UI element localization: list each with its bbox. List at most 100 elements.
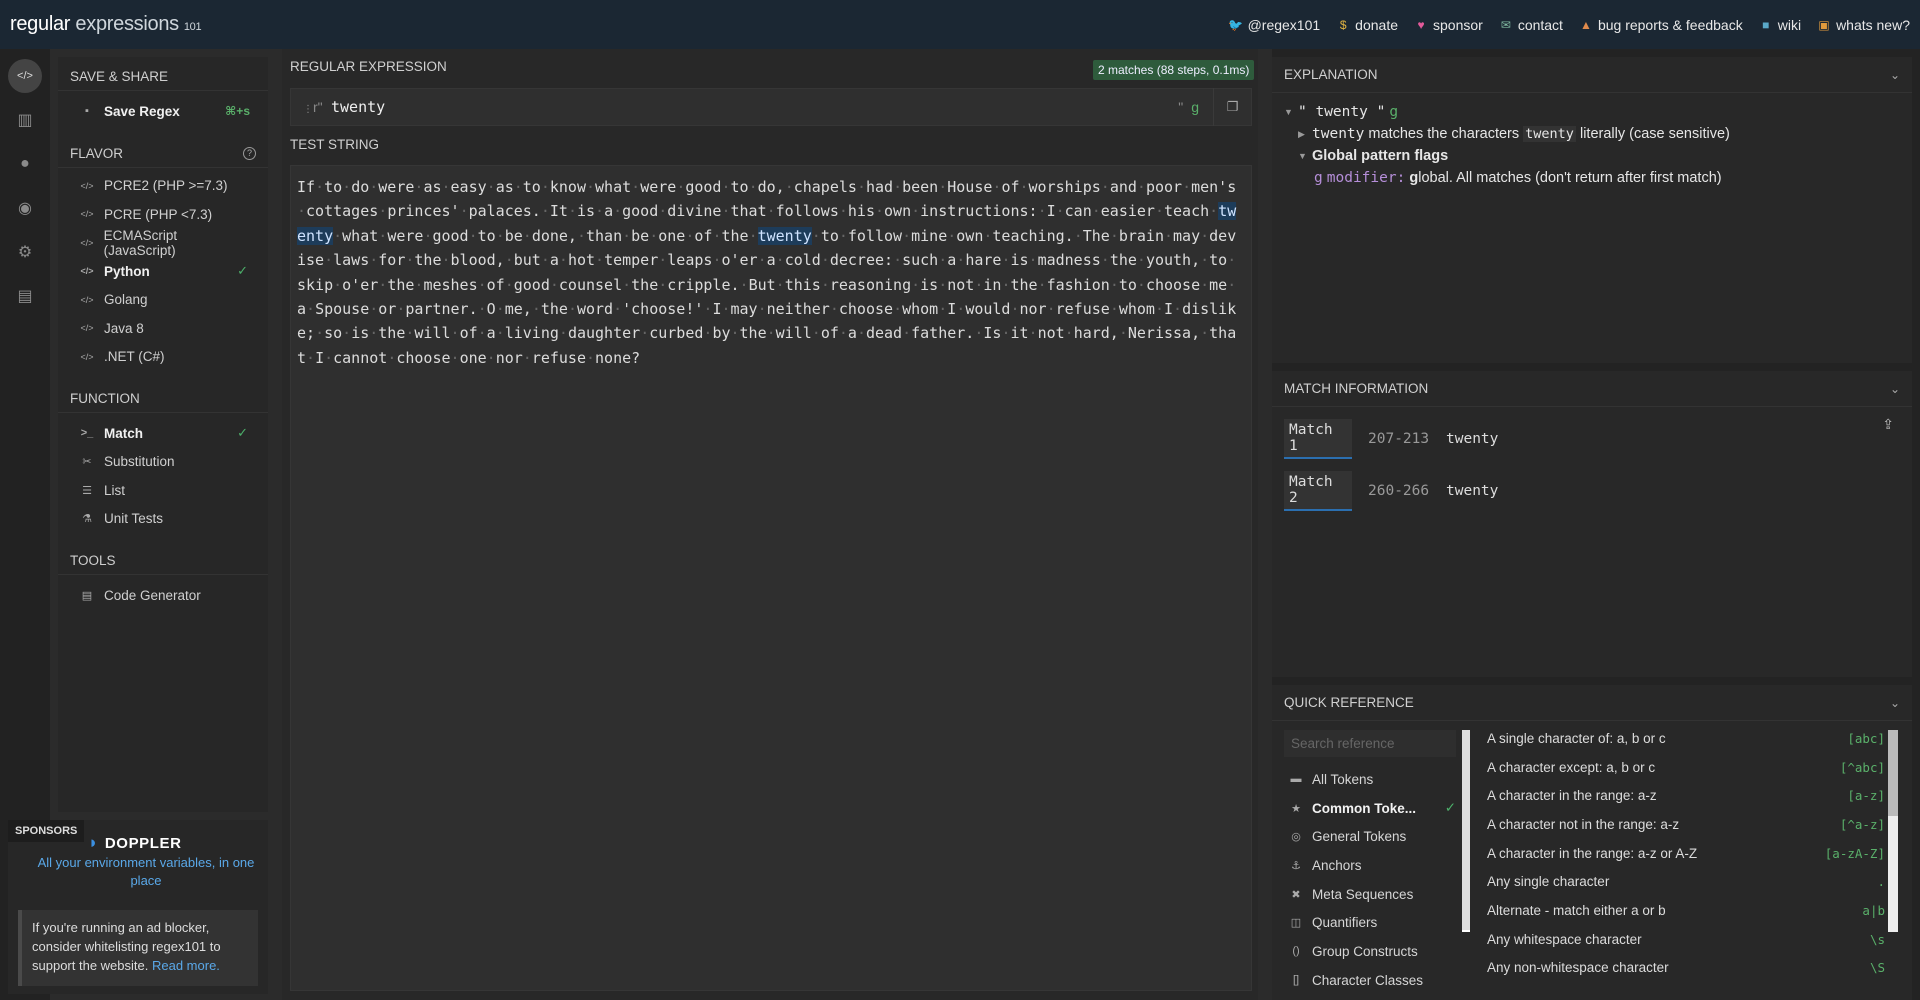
function-item-list[interactable]: ☰ List [58,476,268,505]
explanation-header[interactable]: EXPLANATION ⌄ [1272,57,1912,93]
function-item-substitution[interactable]: ✂ Substitution [58,448,268,477]
quick-ref-header[interactable]: QUICK REFERENCE ⌄ [1272,685,1912,721]
reference-entry[interactable]: A character in the range: a-z or A-Z [a-z… [1477,839,1885,868]
reference-category-label: Character Classes [1312,972,1424,988]
function-item-match[interactable]: >_ Match ✓ [58,419,268,448]
top-link-label: @regex101 [1247,16,1321,33]
reference-entry[interactable]: Alternate - match either a or b a|b [1477,896,1885,925]
match-list: Match 1 207-213 twenty Match 2 260-266 twenty [1272,407,1912,517]
match-info-header[interactable]: MATCH INFORMATION ⌄ [1272,371,1912,407]
top-link-donate[interactable]: $ donate [1336,17,1398,33]
gamepad-nav-button[interactable]: ◉ [8,191,42,225]
match-value: twenty [1446,431,1499,447]
top-link-wiki[interactable]: ■ wiki [1759,17,1801,33]
flavor-item[interactable]: </> ECMAScript (JavaScript) [58,228,268,258]
chevron-down-icon[interactable]: ⌄ [1890,696,1900,710]
flavor-item[interactable]: </> Java 8 [58,314,268,343]
reference-entry[interactable]: Any non-whitespace character \S [1477,954,1885,983]
reference-token: \s [1869,931,1885,947]
flavor-label: Python [104,263,150,279]
chevron-down-icon[interactable]: ⌄ [1890,382,1900,396]
flavor-label: .NET (C#) [104,349,165,365]
tool-item-code-generator[interactable]: ▤ Code Generator [58,581,268,610]
export-icon[interactable]: ⇪ [1882,416,1894,433]
settings-icon: ⚙ [17,244,33,261]
explanation-flags[interactable]: ▼ Global pattern flags [1284,145,1900,167]
reference-category[interactable]: () Group Constructs [1284,937,1456,966]
function-label: Match [104,425,144,441]
flavor-item[interactable]: </> PCRE (PHP <7.3) [58,200,268,229]
reference-category[interactable]: ✖ Meta Sequences [1284,880,1456,909]
top-link-whats-new-[interactable]: ▣ whats new? [1817,17,1910,33]
reference-entry[interactable]: A character not in the range: a-z [^a-z] [1477,810,1885,839]
test-text-segment: ·to·follow·mine·own·teaching.·The·brain·… [297,226,1237,367]
check-icon: ✓ [1444,800,1456,816]
top-link-sponsor[interactable]: ♥ sponsor [1414,17,1482,33]
top-link-bug-reports-feedback[interactable]: ▲ bug reports & feedback [1579,17,1743,33]
triangle-down-icon: ▼ [1298,151,1307,161]
reference-scrollbar[interactable] [1888,730,1898,932]
regex-delimiter[interactable]: ⋮r" [291,99,331,115]
save-regex-button[interactable]: ▪ Save Regex ⌘+s [58,97,268,126]
reference-category[interactable]: ◫ Quantifiers [1284,908,1456,937]
test-string-editor[interactable]: If·to·do·were·as·easy·as·to·know·what·we… [290,165,1252,991]
library-nav-button[interactable]: ▥ [8,103,42,137]
reference-entry[interactable]: Any single character. [1477,867,1885,896]
logo[interactable]: regular expressions 101 [10,13,202,36]
flavor-item[interactable]: </> Golang [58,286,268,315]
reference-search-input[interactable] [1284,730,1456,757]
quick-reference-panel: QUICK REFERENCE⌄ ▬ All Tokens ★ Common Toke… [1272,685,1912,1000]
reference-token: [a-zA-Z] [1824,845,1885,861]
flavor-item[interactable]: </> PCRE2 (PHP >=7.3) [58,172,268,201]
regex-heading: REGULAR EXPRESSION [290,59,447,74]
code-icon: </> [80,351,94,362]
top-bar: regular expressions 101 🐦 @regex101 $ donate… [0,0,1920,49]
copy-regex-button[interactable]: ❐ [1213,88,1251,126]
reference-entry[interactable]: A character except: a, b or c [^abc] [1477,753,1885,782]
explanation-literal[interactable]: ▶ twenty matches the characters twenty l… [1284,123,1900,145]
regex-input[interactable] [331,98,1179,116]
reference-entry[interactable]: Any whitespace character \s [1477,925,1885,954]
match-range: 207-213 [1368,431,1430,447]
sponsor-tagline[interactable]: All your environment variables, in one p… [36,854,256,890]
flavor-item[interactable]: </> .NET (C#) [58,343,268,372]
star-icon: ★ [1291,802,1301,815]
read-more-link[interactable]: Read more. [152,958,220,973]
code-nav-button[interactable]: </> [8,59,42,93]
reference-category[interactable]: ▬ All Tokens [1284,765,1456,794]
match-row[interactable]: Match 1 207-213 twenty [1272,413,1912,465]
tool-label: Code Generator [104,587,201,603]
flavor-label: Java 8 [104,320,144,336]
list-icon: ☰ [82,484,92,497]
category-scrollbar[interactable] [1462,730,1470,932]
copy-icon: ❐ [1226,99,1239,114]
chat-bubble-nav-button[interactable]: ▤ [8,279,42,313]
reference-entry[interactable]: A character in the range: a-z [a-z] [1477,781,1885,810]
save-regex-label: Save Regex [104,103,180,119]
top-link--regex101[interactable]: 🐦 @regex101 [1228,16,1321,33]
reference-description: Alternate - match either a or b [1487,902,1666,918]
doppler-logo[interactable]: ◗ DOPPLER [88,833,182,853]
flavor-item[interactable]: </> Python ✓ [58,257,268,286]
regex-flags[interactable]: g [1191,99,1199,115]
reference-category[interactable]: ◎ General Tokens [1284,822,1456,851]
test-string-text[interactable]: If·to·do·were·as·easy·as·to·know·what·we… [297,175,1245,370]
reference-category[interactable]: ★ Common Toke... ✓ [1284,794,1456,823]
top-link-contact[interactable]: ✉ contact [1499,17,1563,33]
help-icon[interactable]: ? [243,146,256,160]
scissors-icon: ✂ [82,456,92,469]
drag-handle-icon: ⋮ [303,104,313,115]
reference-token: [^a-z] [1839,816,1885,832]
check-icon: ✓ [237,263,248,279]
explanation-root[interactable]: ▼ " twenty " g [1284,101,1900,123]
match-row[interactable]: Match 2 260-266 twenty [1272,465,1912,517]
reference-category[interactable]: [] Character Classes [1284,966,1456,995]
reference-entry[interactable]: A single character of: a, b or c [abc] [1477,724,1885,753]
chevron-down-icon[interactable]: ⌄ [1890,68,1900,82]
reference-category[interactable]: ⚓ Anchors [1284,851,1456,880]
user-nav-button[interactable]: ● [8,147,42,181]
test-text-segment: If·to·do·were·as·easy·as·to·know·what·we… [297,178,1237,221]
function-item-unit-tests[interactable]: ⚗ Unit Tests [58,505,268,534]
reference-category-label: Common Toke... [1312,800,1417,816]
settings-nav-button[interactable]: ⚙ [8,235,42,269]
